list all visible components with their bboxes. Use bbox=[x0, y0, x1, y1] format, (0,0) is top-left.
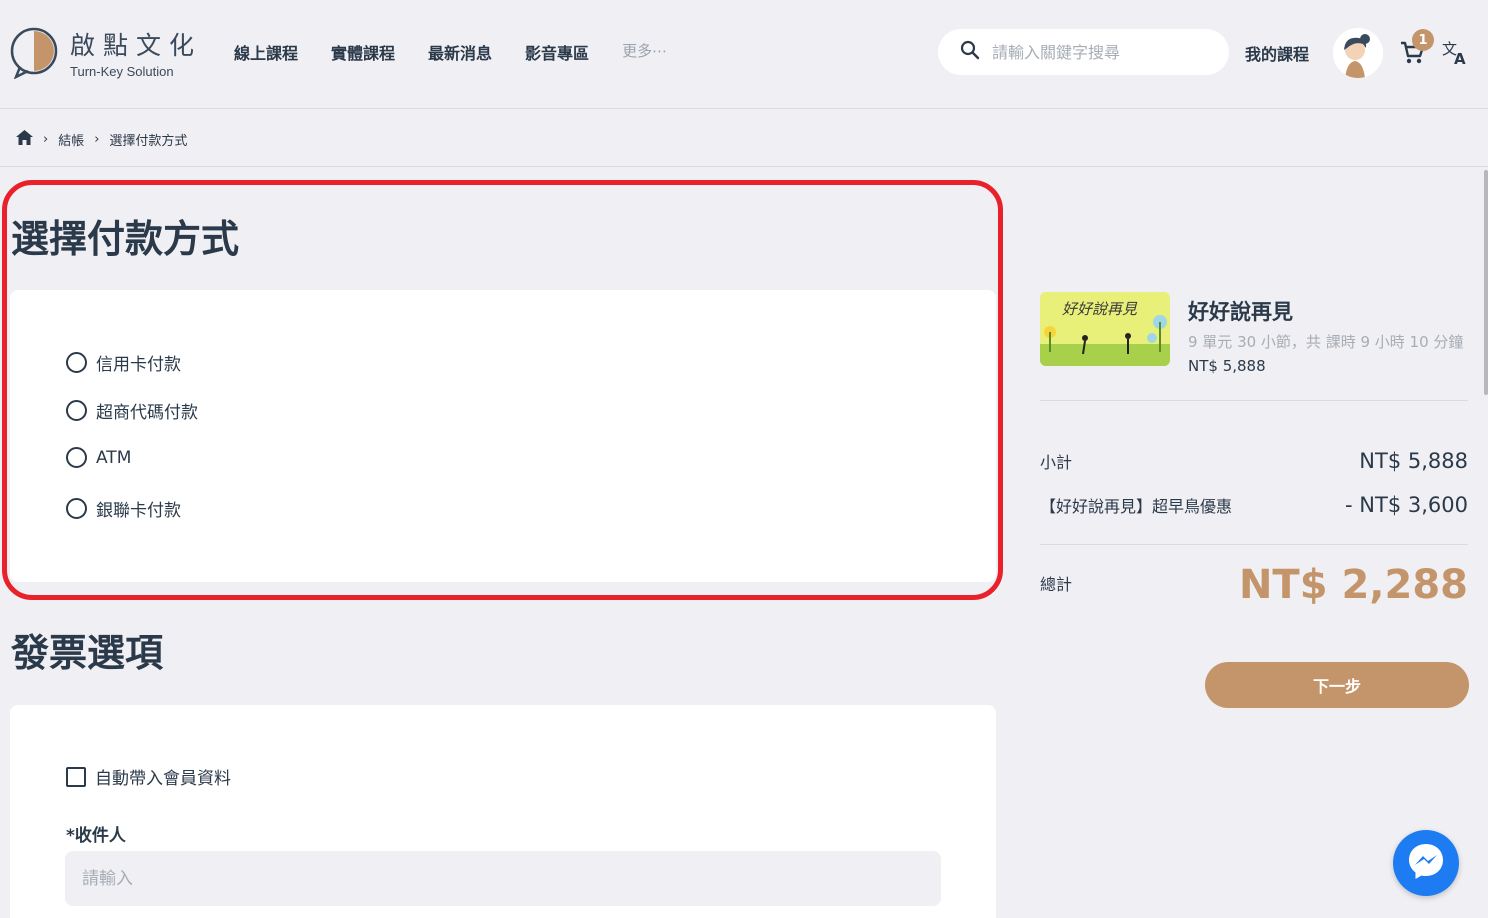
breadcrumb: › 結帳 › 選擇付款方式 bbox=[16, 130, 187, 149]
main-nav: 線上課程 實體課程 最新消息 影音專區 更多⋯ bbox=[234, 40, 700, 64]
course-price: NT$ 5,888 bbox=[1188, 357, 1266, 375]
payment-option-label: 超商代碼付款 bbox=[96, 403, 198, 423]
course-name: 好好說再見 bbox=[1188, 300, 1293, 324]
nav-news[interactable]: 最新消息 bbox=[428, 40, 492, 64]
home-icon[interactable] bbox=[16, 130, 33, 149]
course-thumbnail: 好好說再見 bbox=[1040, 292, 1170, 366]
radio-button[interactable] bbox=[66, 352, 87, 373]
search-input[interactable] bbox=[992, 42, 1212, 62]
brand-name-en: Turn-Key Solution bbox=[70, 64, 174, 79]
subtotal-value: NT$ 5,888 bbox=[1359, 449, 1468, 473]
divider bbox=[0, 166, 1488, 167]
next-step-button[interactable]: 下一步 bbox=[1205, 662, 1469, 708]
payment-option-atm[interactable]: ATM bbox=[66, 447, 131, 468]
radio-button[interactable] bbox=[66, 498, 87, 519]
radio-button[interactable] bbox=[66, 400, 87, 421]
payment-option-unionpay[interactable]: 銀聯卡付款 bbox=[66, 496, 181, 521]
invoice-card: 自動帶入會員資料 *收件人 bbox=[10, 705, 996, 918]
messenger-icon bbox=[1406, 841, 1446, 885]
logo-mark-icon bbox=[8, 27, 60, 80]
search-box bbox=[938, 29, 1229, 75]
user-avatar[interactable] bbox=[1333, 28, 1383, 78]
payment-options-card: 信用卡付款 超商代碼付款 ATM 銀聯卡付款 bbox=[10, 290, 996, 582]
brand-name-cn: 啟點文化 bbox=[70, 31, 203, 60]
auto-fill-member-option[interactable]: 自動帶入會員資料 bbox=[66, 764, 231, 789]
radio-button[interactable] bbox=[66, 447, 87, 468]
payment-section-title: 選擇付款方式 bbox=[11, 217, 240, 261]
nav-more[interactable]: 更多⋯ bbox=[622, 40, 667, 64]
divider bbox=[1040, 544, 1468, 545]
payment-option-convenience-store[interactable]: 超商代碼付款 bbox=[66, 398, 198, 423]
discount-label: 【好好說再見】超早鳥優惠 bbox=[1040, 497, 1233, 516]
my-courses-link[interactable]: 我的課程 bbox=[1245, 41, 1309, 65]
course-thumb-title: 好好說再見 bbox=[1062, 300, 1138, 318]
course-meta: 9 單元 30 小節，共 課時 9 小時 10 分鐘 bbox=[1188, 333, 1464, 351]
scrollbar[interactable] bbox=[1484, 170, 1488, 395]
breadcrumb-current: 選擇付款方式 bbox=[109, 134, 188, 149]
nav-videos[interactable]: 影音專區 bbox=[525, 40, 589, 64]
recipient-input[interactable] bbox=[65, 851, 941, 906]
chevron-right-icon: › bbox=[94, 132, 100, 147]
cart-count-badge: 1 bbox=[1412, 29, 1434, 51]
auto-fill-label: 自動帶入會員資料 bbox=[95, 769, 231, 789]
site-header: 啟點文化 Turn-Key Solution 線上課程 實體課程 最新消息 影音… bbox=[0, 0, 1488, 109]
nav-physical-courses[interactable]: 實體課程 bbox=[331, 40, 395, 64]
payment-option-label: 銀聯卡付款 bbox=[96, 501, 181, 521]
chevron-right-icon: › bbox=[43, 132, 49, 147]
recipient-label: *收件人 bbox=[66, 826, 126, 846]
nav-online-courses[interactable]: 線上課程 bbox=[234, 40, 298, 64]
total-value: NT$ 2,288 bbox=[1238, 562, 1468, 608]
payment-option-label: ATM bbox=[96, 447, 132, 468]
invoice-section-title: 發票選項 bbox=[11, 631, 164, 675]
search-icon[interactable] bbox=[960, 40, 980, 64]
breadcrumb-checkout[interactable]: 結帳 bbox=[58, 130, 84, 149]
total-label: 總計 bbox=[1040, 575, 1073, 594]
discount-value: - NT$ 3,600 bbox=[1345, 493, 1468, 517]
messenger-chat-button[interactable] bbox=[1393, 830, 1459, 896]
divider bbox=[1040, 400, 1468, 401]
payment-option-credit-card[interactable]: 信用卡付款 bbox=[66, 350, 181, 375]
subtotal-label: 小計 bbox=[1040, 453, 1073, 472]
language-icon[interactable]: 文 A bbox=[1441, 38, 1469, 68]
brand-logo[interactable]: 啟點文化 Turn-Key Solution bbox=[8, 26, 203, 80]
checkbox[interactable] bbox=[66, 766, 86, 787]
payment-option-label: 信用卡付款 bbox=[96, 355, 181, 375]
svg-text:A: A bbox=[1454, 50, 1466, 66]
